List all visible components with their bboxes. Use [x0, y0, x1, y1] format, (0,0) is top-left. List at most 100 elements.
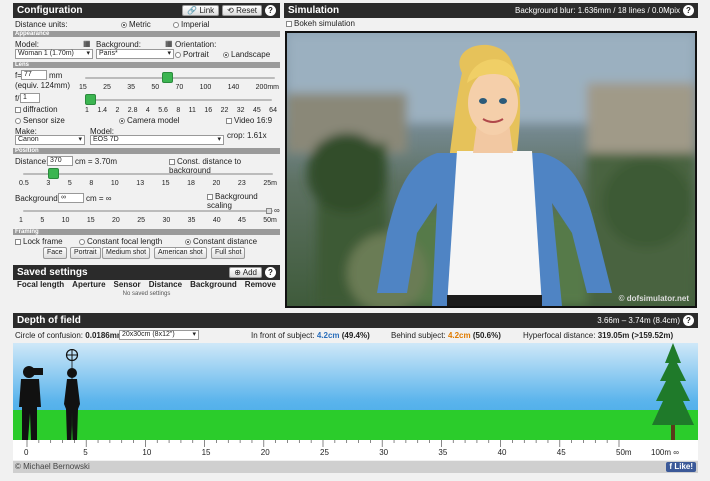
bg-inf-checkbox[interactable]: ∞	[266, 206, 280, 215]
like-button[interactable]: f Like!	[666, 462, 696, 472]
framing-section: Framing	[13, 229, 280, 235]
make-select[interactable]: Canon	[15, 135, 85, 145]
tree-silhouette	[652, 343, 694, 440]
configuration-panel: Configuration 🔗 Link ⟲ Reset ? Distance …	[13, 3, 280, 263]
focal-tick-6: 140	[227, 84, 240, 91]
orientation-label: Orientation:	[175, 40, 217, 49]
subject-silhouette	[64, 349, 80, 440]
ruler-labels: 0 5 10 15 20 25 30 35 40 45 50m	[13, 448, 698, 458]
footer-author: © Michael Bernowski	[15, 462, 90, 471]
aperture-prefix: f/	[15, 94, 20, 103]
col-distance: Distance	[148, 280, 183, 289]
distance-tick-2: 5	[67, 180, 72, 187]
distance-slider-knob[interactable]	[48, 168, 59, 179]
diffraction-checkbox[interactable]: diffraction	[15, 105, 58, 114]
bokeh-checkbox[interactable]: Bokeh simulation	[286, 19, 355, 28]
aperture-input[interactable]: 1	[20, 93, 40, 103]
aperture-ticks: 1 1.4 2 2.8 4 5.6 8 11 16 22 32 45 64	[85, 107, 277, 114]
distance-tick-7: 18	[187, 180, 195, 187]
config-help-icon[interactable]: ?	[265, 5, 276, 16]
behind-info: Behind subject: 4.2cm (50.6%)	[391, 331, 501, 340]
sensor-size-radio[interactable]: Sensor size	[15, 116, 65, 125]
behind-pct: (50.6%)	[472, 331, 501, 340]
bg-distance-input[interactable]: ∞	[58, 193, 84, 203]
orientation-landscape-radio[interactable]: Landscape	[223, 50, 270, 59]
distance-tick-6: 15	[161, 180, 170, 187]
saved-table-header: Focal length Aperture Sensor Distance Ba…	[13, 280, 280, 289]
model-select[interactable]: Woman 1 (1.70m)	[15, 49, 93, 59]
aperture-tick-9: 22	[220, 107, 229, 114]
const-focal-radio[interactable]: Constant focal length	[79, 237, 162, 246]
focal-tick-2: 35	[127, 84, 136, 91]
frame-full-button[interactable]: Full shot	[211, 247, 246, 259]
saved-empty-text: No saved settings	[122, 291, 171, 297]
ruler-label-2: 10	[142, 448, 152, 457]
bg-tick-10: 50m	[263, 217, 277, 224]
add-setting-button[interactable]: ⊕ Add	[229, 267, 262, 278]
focal-slider-knob[interactable]	[161, 72, 173, 83]
simulation-viewport[interactable]: © dofsimulator.net	[285, 31, 697, 308]
aperture-tick-11: 45	[252, 107, 261, 114]
const-distance-radio[interactable]: Constant distance	[185, 237, 257, 246]
frame-portrait-button[interactable]: Portrait	[70, 247, 101, 259]
focal-tick-1: 25	[103, 84, 111, 91]
distance-tick-1: 3	[46, 180, 51, 187]
frame-american-button[interactable]: American shot	[154, 247, 207, 259]
crop-factor: crop: 1.61x	[227, 131, 267, 140]
focal-tick-5: 100	[199, 84, 212, 91]
front-info: In front of subject: 4.2cm (49.4%)	[251, 331, 370, 340]
aperture-slider[interactable]	[85, 94, 272, 105]
print-size-select[interactable]: 20x30cm (8x12")	[119, 330, 199, 340]
distance-tick-4: 10	[110, 180, 119, 187]
reset-icon: ⟲	[227, 6, 234, 15]
camera-model-select[interactable]: EOS 7D	[90, 135, 224, 145]
bg-distance-suffix: cm = ∞	[86, 194, 112, 203]
model-grid-icon[interactable]: ▦	[83, 39, 91, 48]
reset-button[interactable]: ⟲ Reset	[222, 5, 262, 16]
ruler-label-5: 25	[320, 448, 329, 457]
units-metric-radio[interactable]: Metric	[121, 20, 151, 29]
bg-tick-1: 5	[40, 217, 45, 224]
dof-ruler: 0 5 10 15 20 25 30 35 40 45 50m 100m ∞	[13, 440, 698, 460]
bg-distance-slider[interactable]	[23, 210, 273, 212]
configuration-header: Configuration 🔗 Link ⟲ Reset ?	[13, 3, 280, 18]
col-focal: Focal length	[17, 280, 65, 289]
distance-slider[interactable]	[23, 168, 273, 179]
dof-help-icon[interactable]: ?	[683, 315, 694, 326]
aperture-slider-knob[interactable]	[85, 94, 96, 105]
dof-grass	[13, 410, 698, 440]
ruler-end-label: 100m ∞	[651, 448, 679, 457]
dof-title: Depth of field	[17, 315, 81, 326]
saved-help-icon[interactable]: ?	[265, 267, 276, 278]
background-select[interactable]: Paris*	[96, 49, 174, 59]
orientation-portrait-radio[interactable]: Portrait	[175, 50, 209, 59]
dof-scene[interactable]	[13, 343, 698, 440]
behind-value: 4.2cm	[447, 331, 471, 340]
distance-tick-5: 13	[136, 180, 145, 187]
distance-input[interactable]: 370	[47, 156, 73, 166]
frame-medium-button[interactable]: Medium shot	[102, 247, 151, 259]
aperture-tick-3: 2.8	[127, 107, 138, 114]
ruler-label-9: 45	[556, 448, 566, 457]
distance-tick-10: 25m	[263, 180, 277, 187]
focal-input[interactable]: 77	[21, 70, 47, 80]
hyperfocal-info: Hyperfocal distance: 319.05m (>159.52m)	[523, 331, 674, 340]
camera-model-radio[interactable]: Camera model	[119, 116, 179, 125]
simulation-help-icon[interactable]: ?	[683, 5, 694, 16]
focal-slider[interactable]	[85, 72, 275, 83]
distance-tick-8: 20	[212, 180, 221, 187]
video-checkbox[interactable]: Video 16:9	[226, 116, 272, 125]
simulation-scene	[287, 33, 695, 306]
ruler-label-0: 0	[24, 448, 29, 457]
units-imperial-radio[interactable]: Imperial	[173, 20, 209, 29]
frame-face-button[interactable]: Face	[43, 247, 67, 259]
col-background: Background	[190, 280, 237, 289]
ruler-label-8: 40	[497, 448, 507, 457]
simulation-title: Simulation	[288, 5, 340, 16]
link-button[interactable]: 🔗 Link	[182, 5, 220, 16]
bg-tick-2: 10	[61, 217, 70, 224]
lock-frame-checkbox[interactable]: Lock frame	[15, 237, 63, 246]
bg-tick-5: 25	[137, 217, 146, 224]
col-remove: Remove	[244, 280, 276, 289]
background-grid-icon[interactable]: ▦	[165, 39, 173, 48]
